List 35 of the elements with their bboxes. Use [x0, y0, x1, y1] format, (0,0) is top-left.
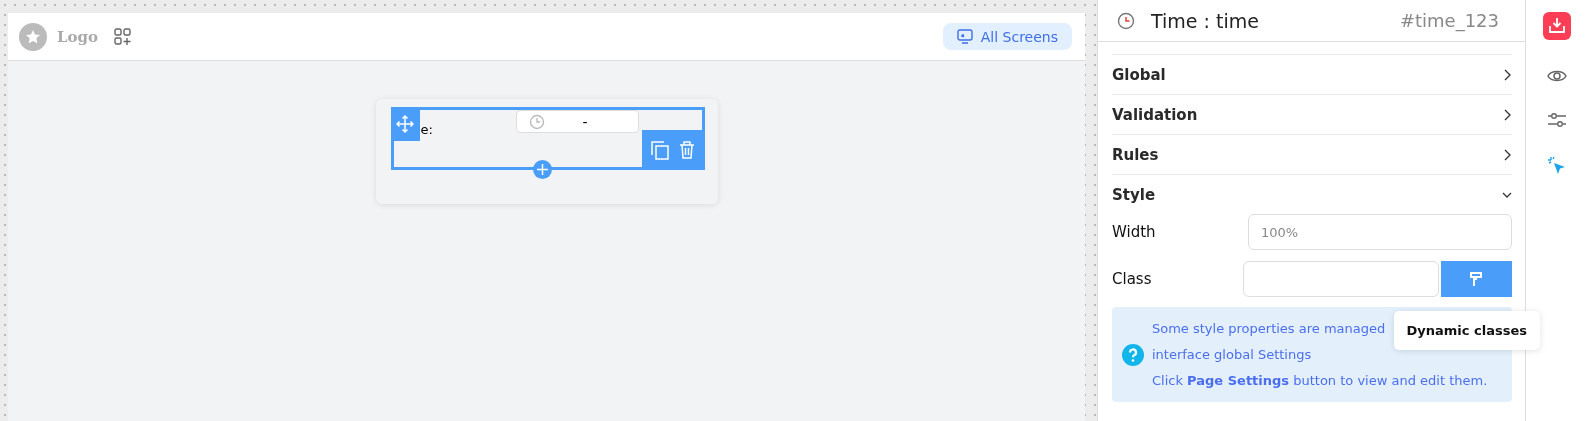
add-widget-icon[interactable] [114, 27, 133, 46]
chevron-right-icon [1502, 108, 1512, 121]
width-input[interactable]: 100% [1248, 214, 1512, 250]
sliders-icon[interactable] [1546, 112, 1567, 128]
cursor-click-icon[interactable] [1546, 156, 1567, 176]
clock-icon [528, 113, 545, 130]
section-header[interactable]: Global [1112, 54, 1512, 94]
info-text: Some style properties are managed [1152, 319, 1386, 338]
star-logo-icon [19, 22, 47, 51]
logo-text: Logo [57, 27, 99, 46]
help-icon [1122, 343, 1144, 366]
time-input[interactable]: - [515, 110, 639, 133]
panel-title: Time : time [1151, 9, 1259, 32]
download-icon[interactable] [1542, 12, 1571, 40]
all-screens-button[interactable]: All Screens [942, 23, 1072, 50]
paint-roller-icon [1469, 271, 1484, 287]
clock-icon [1117, 11, 1135, 30]
chevron-right-icon [1502, 148, 1512, 161]
dynamic-classes-button[interactable] [1440, 261, 1512, 297]
info-text: Click Page Settings button to view and edit them. [1152, 371, 1488, 390]
eye-icon[interactable] [1546, 68, 1567, 84]
monitor-icon [956, 28, 973, 45]
class-input[interactable] [1242, 261, 1439, 297]
copy-icon[interactable] [650, 140, 669, 160]
section-header[interactable]: Rules [1112, 134, 1512, 174]
tooltip: Dynamic classes [1393, 311, 1540, 350]
element-id: #time_123 [1399, 10, 1499, 31]
add-icon[interactable] [532, 160, 552, 179]
chevron-right-icon [1502, 68, 1512, 81]
trash-icon[interactable] [679, 141, 696, 159]
class-label: Class [1112, 270, 1153, 288]
field-label: e: [420, 122, 433, 139]
section-header[interactable]: Validation [1112, 94, 1512, 134]
info-text: interface global Settings [1152, 345, 1312, 364]
width-label: Width [1112, 223, 1157, 241]
